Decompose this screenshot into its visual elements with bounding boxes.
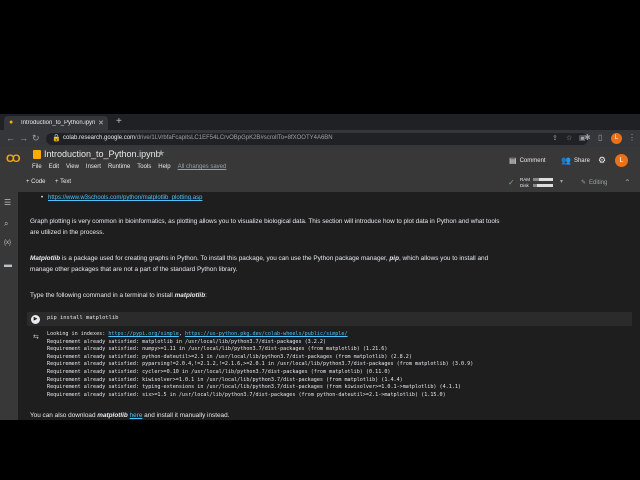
resource-monitor[interactable]: RAM Disk [520, 176, 553, 188]
lock-icon: 🔒 [52, 135, 61, 142]
share-people-icon: 👥 [561, 156, 571, 165]
side-panel-icon[interactable]: ▯ [598, 133, 602, 142]
browser-menu-icon[interactable]: ⋮ [628, 133, 636, 142]
browser-tab[interactable]: ● Introduction_to_Python.ipynb ✕ [4, 116, 108, 130]
output-line: Requirement already satisfied: six>=1.5 … [47, 391, 446, 398]
list-bullet: • [41, 195, 44, 201]
browser-tab-title: Introduction_to_Python.ipynb [21, 120, 95, 126]
menu-view[interactable]: View [66, 164, 79, 170]
screen: ● Introduction_to_Python.ipynb ✕ + ← → ↻… [0, 114, 640, 420]
menu-help[interactable]: Help [158, 164, 170, 170]
output-line: Requirement already satisfied: cycler>=0… [47, 368, 391, 375]
close-tab-icon[interactable]: ✕ [98, 119, 104, 127]
run-cell-icon[interactable]: ▶ [31, 315, 40, 324]
download-paragraph: You can also download matplotlib here an… [30, 412, 230, 419]
pypi-link[interactable]: https://pypi.org/simple [108, 331, 179, 337]
share-button[interactable]: 👥 Share [561, 156, 590, 165]
url-text: colab.research.google.com/drive/1LVrbfaF… [63, 135, 333, 141]
ram-bar [533, 177, 553, 181]
menu-edit[interactable]: Edit [49, 164, 59, 170]
bookmark-star-icon[interactable]: ☆ [566, 134, 572, 142]
variables-icon[interactable]: {x} [4, 240, 11, 246]
editing-mode[interactable]: ✎ Editing [581, 179, 607, 186]
install-instruction: Type the following command in a terminal… [30, 292, 207, 299]
colab-header: CO Introduction_to_Python.ipynb ★ File E… [0, 147, 640, 175]
puzzle-extensions-icon[interactable]: ✱ [584, 133, 591, 142]
browser-toolbar: ← → ↻ 🔒 colab.research.google.com/drive/… [0, 130, 640, 147]
colab-logo[interactable]: CO [6, 153, 28, 165]
runtime-dropdown-icon[interactable]: ▾ [560, 178, 563, 185]
connected-check-icon: ✓ [508, 178, 515, 187]
output-line: Requirement already satisfied: matplotli… [47, 338, 327, 345]
output-line: Requirement already satisfied: numpy>=1.… [47, 346, 388, 353]
intro-paragraph: Graph plotting is very common in bioinfo… [30, 218, 500, 236]
share-page-icon[interactable]: ⇪ [552, 134, 558, 142]
table-of-contents-icon[interactable]: ☰ [4, 198, 11, 207]
browser-tab-strip: ● Introduction_to_Python.ipynb ✕ + [0, 114, 640, 130]
collapse-header-icon[interactable]: ⌃ [624, 178, 631, 187]
add-code-cell-button[interactable]: + Code [26, 179, 46, 185]
address-bar[interactable]: 🔒 colab.research.google.com/drive/1LVrbf… [46, 133, 588, 145]
reload-icon[interactable]: ↻ [32, 133, 40, 143]
cell-output: Looking in indexes: https://pypi.org/sim… [47, 331, 474, 398]
back-icon[interactable]: ← [6, 133, 15, 143]
menu-runtime[interactable]: Runtime [108, 164, 130, 170]
drive-notebook-icon [33, 150, 41, 159]
output-line: Requirement already satisfied: python-da… [47, 353, 412, 360]
settings-gear-icon[interactable]: ⚙ [598, 155, 606, 166]
menu-file[interactable]: File [32, 164, 42, 170]
browser-profile-avatar[interactable]: L [611, 133, 622, 144]
add-text-cell-button[interactable]: + Text [55, 179, 71, 185]
notebook-content: • https://www.w3schools.com/python/matpl… [18, 192, 640, 420]
files-folder-icon[interactable]: ▬ [4, 260, 12, 269]
output-line: Requirement already satisfied: kiwisolve… [47, 376, 403, 383]
code-cell[interactable]: ▶ pip install matplotlib [27, 312, 632, 326]
star-icon[interactable]: ★ [157, 148, 165, 159]
comment-icon: ▤ [509, 156, 517, 165]
matplotlib-paragraph: Matplotlib is a package used for creatin… [30, 255, 489, 273]
code-text[interactable]: pip install matplotlib [47, 315, 118, 321]
output-line: Requirement already satisfied: pyparsing… [47, 361, 474, 368]
comment-button[interactable]: ▤ Comment [509, 156, 546, 165]
notebook-toolbar: + Code + Text ✓ RAM Disk ▾ ✎ Editing ⌃ [0, 175, 640, 193]
account-avatar[interactable]: L [615, 154, 628, 167]
w3schools-link[interactable]: https://www.w3schools.com/python/matplot… [48, 195, 202, 201]
download-here-link[interactable]: here [130, 412, 143, 419]
new-tab-button[interactable]: + [116, 117, 122, 127]
save-status[interactable]: All changes saved [178, 164, 227, 170]
search-icon[interactable]: ⌕ [4, 219, 8, 229]
menu-tools[interactable]: Tools [137, 164, 151, 170]
colab-favicon-icon: ● [9, 119, 14, 126]
menu-bar: File Edit View Insert Runtime Tools Help… [32, 164, 233, 170]
disk-bar [533, 183, 553, 187]
left-sidebar: ☰ ⌕ {x} ▬ [0, 192, 18, 420]
pencil-icon: ✎ [581, 180, 587, 186]
notebook-title[interactable]: Introduction_to_Python.ipynb [44, 149, 161, 160]
menu-insert[interactable]: Insert [86, 164, 101, 170]
colab-wheels-link[interactable]: https://us-python.pkg.dev/colab-wheels/p… [185, 331, 348, 337]
output-menu-icon[interactable]: ⇆ [33, 333, 39, 341]
output-line: Requirement already satisfied: typing-ex… [47, 384, 462, 391]
forward-icon[interactable]: → [19, 133, 28, 143]
